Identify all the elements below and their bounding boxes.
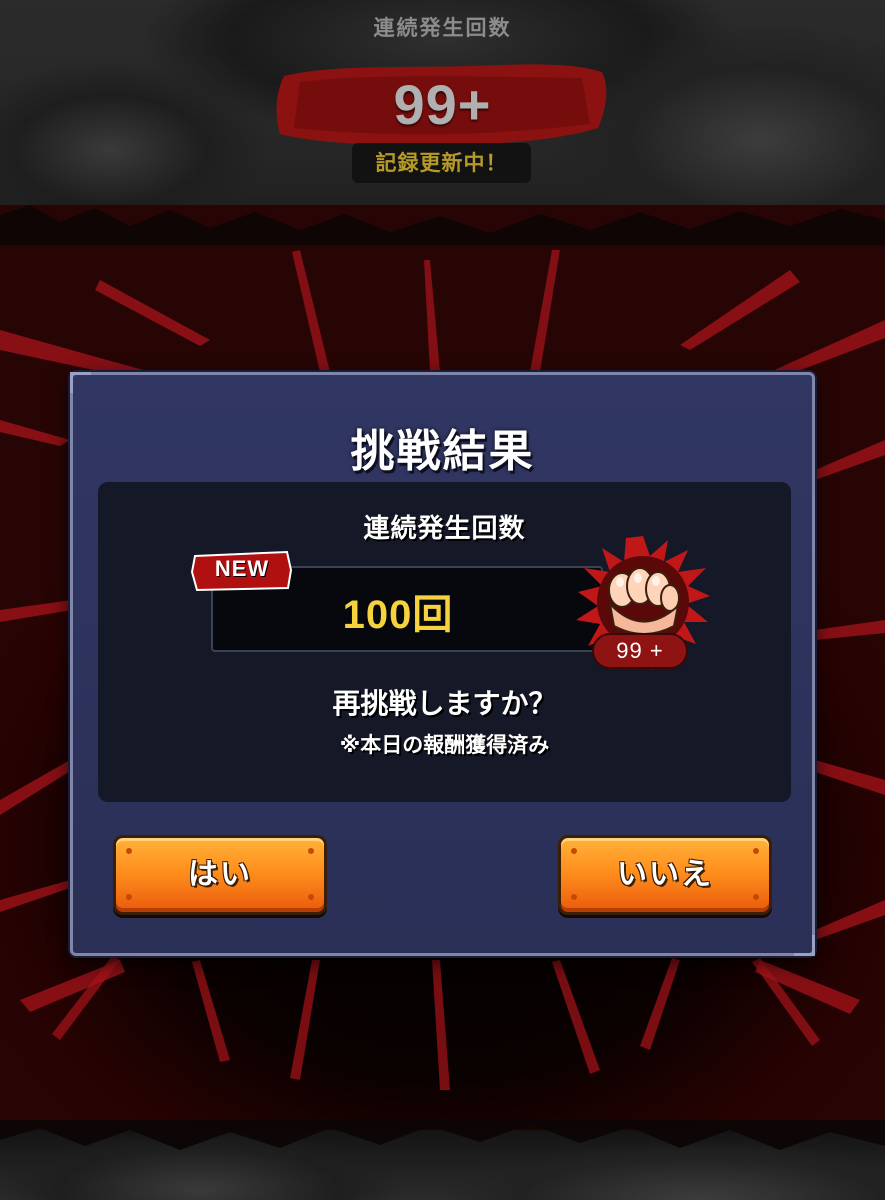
record-updating-badge: 記録更新中！ [352,143,531,183]
yes-button[interactable]: はい [113,835,327,915]
reward-claimed-note: ※本日の報酬獲得済み [339,733,550,757]
rivet-decoration [753,894,759,900]
rivet-decoration [126,894,132,900]
rivet-decoration [753,848,759,854]
challenge-result-dialog: 挑戦結果 連続発生回数 100回 NEW 99 + 再挑戦しますか？ ※本日の報… [70,372,815,956]
rivet-decoration [571,894,577,900]
game-screen: 連続発生回数 99+ 記録更新中！ 挑戦結果 連続発生回数 100回 NEW 9… [0,0,885,1200]
yes-button-label: はい [188,857,252,892]
rivet-decoration [571,848,577,854]
rivet-decoration [308,894,314,900]
top-streak-label: 連続発生回数 [373,16,512,40]
dialog-title: 挑戦結果 [350,426,535,477]
no-button[interactable]: いいえ [558,835,772,915]
no-button-label: いいえ [617,857,713,892]
rivet-decoration [308,848,314,854]
fist-count-badge: 99 + [592,633,688,669]
new-badge-label: NEW [214,556,270,581]
result-panel: 連続発生回数 100回 NEW 99 + 再挑戦しますか？ ※本日の報酬獲得済み [98,482,791,802]
retry-question: 再挑戦しますか？ [332,687,557,720]
top-streak-count: 99+ [393,73,492,136]
rivet-decoration [126,848,132,854]
streak-value: 100回 [342,593,454,637]
